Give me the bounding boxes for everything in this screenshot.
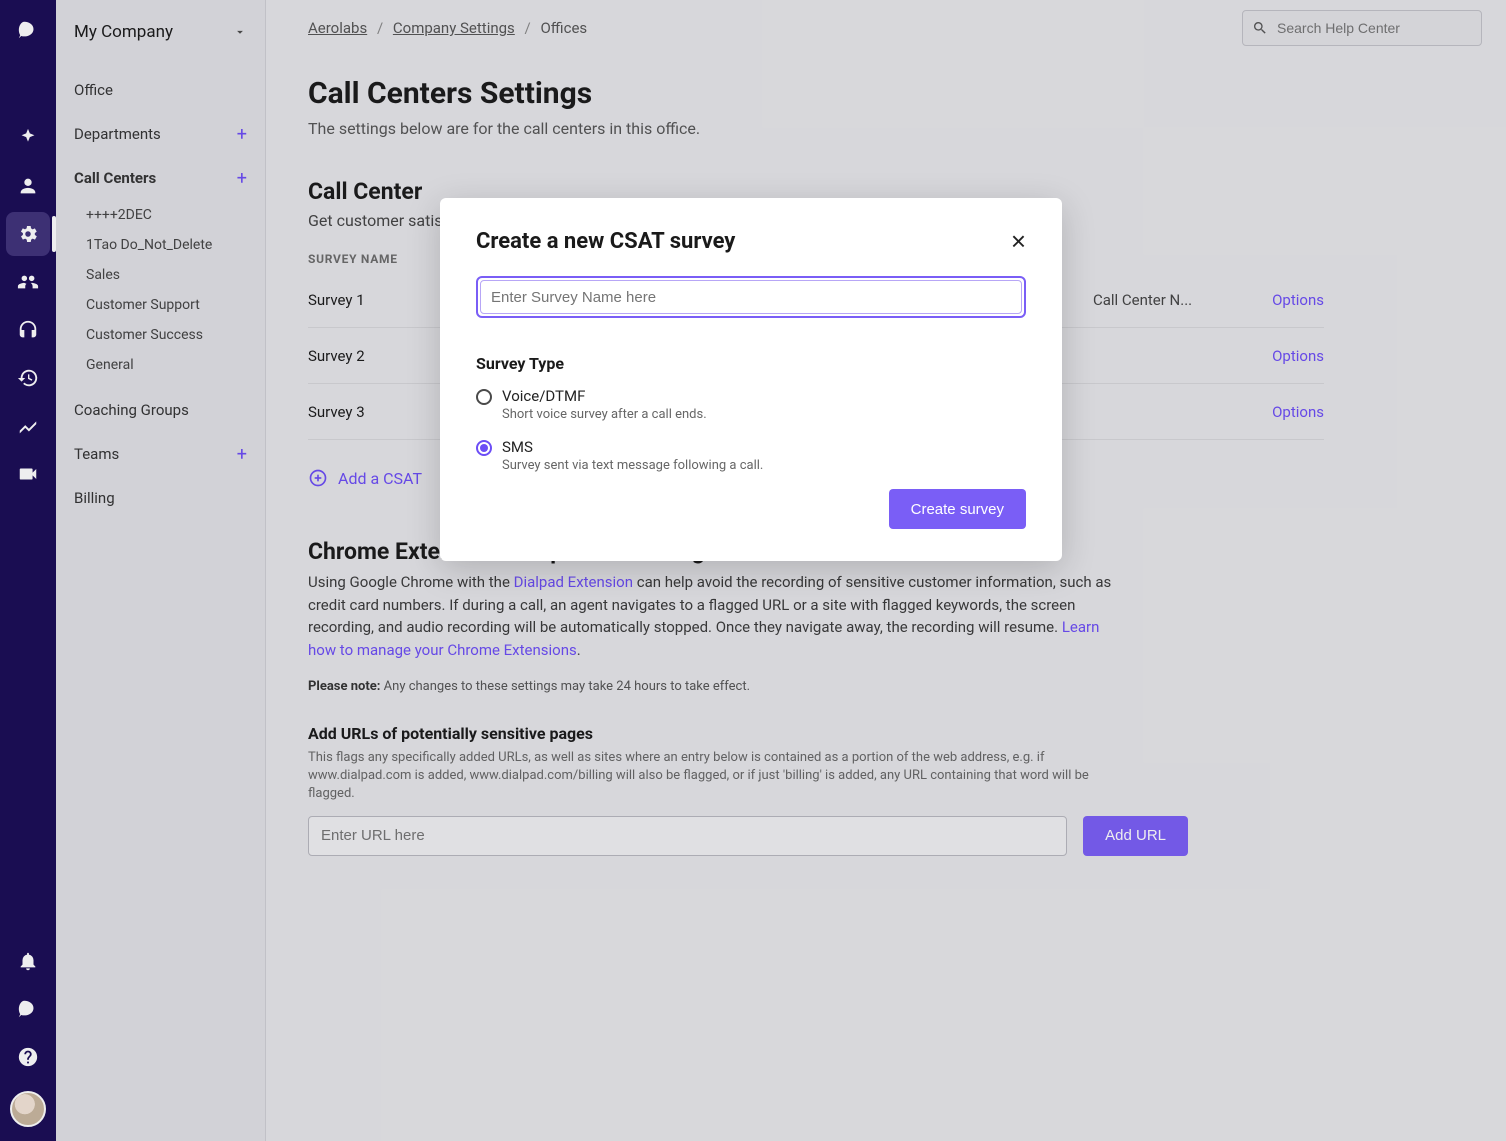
survey-type-label: Survey Type [476,354,1026,373]
modal-overlay[interactable] [0,0,1506,1141]
radio-title: Voice/DTMF [502,387,707,405]
radio-title: SMS [502,438,763,456]
radio-sms[interactable]: SMS Survey sent via text message followi… [476,438,1026,473]
radio-icon [476,440,492,456]
create-survey-button[interactable]: Create survey [889,489,1026,529]
survey-name-input[interactable] [480,280,1022,314]
modal-title: Create a new CSAT survey [476,229,735,254]
radio-icon [476,389,492,405]
radio-voice[interactable]: Voice/DTMF Short voice survey after a ca… [476,387,1026,422]
radio-desc: Survey sent via text message following a… [502,458,763,473]
create-csat-modal: Create a new CSAT survey × Survey Type V… [440,198,1062,561]
close-icon[interactable]: × [1011,228,1026,254]
survey-name-input-wrap [476,276,1026,318]
radio-desc: Short voice survey after a call ends. [502,407,707,422]
